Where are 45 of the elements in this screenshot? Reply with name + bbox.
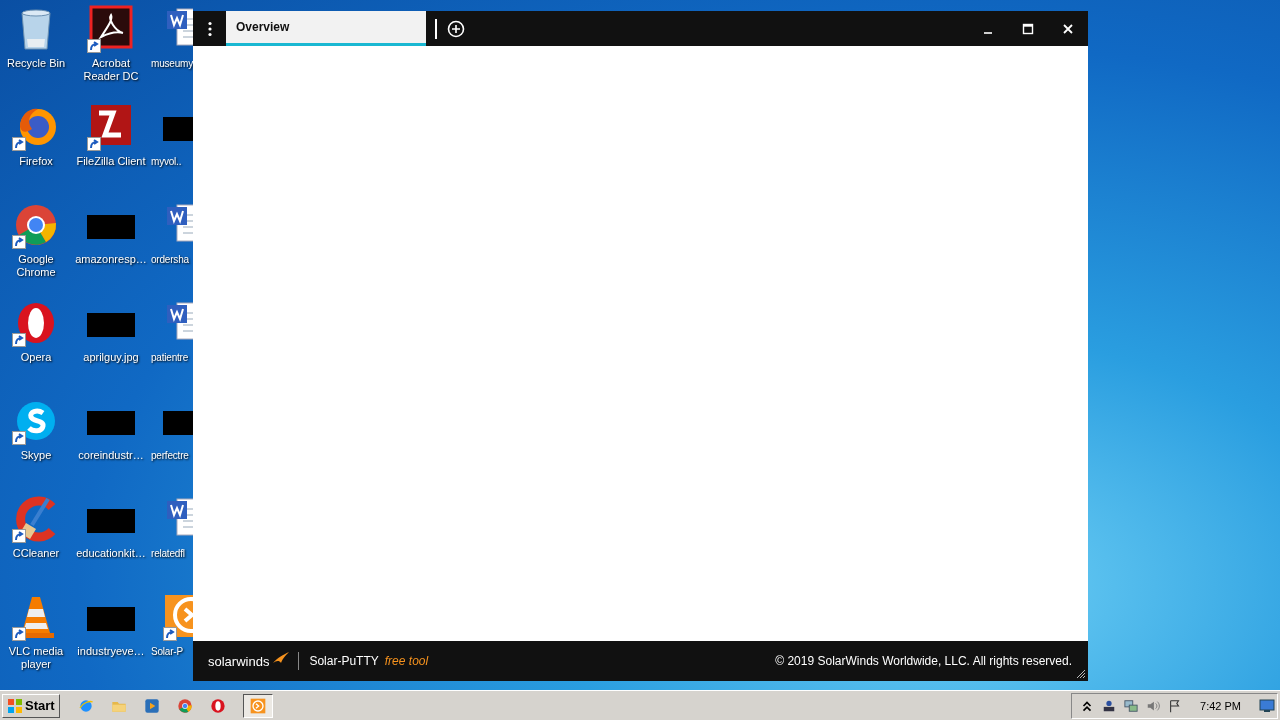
add-tab-icon[interactable] [447,19,465,38]
menu-icon[interactable] [207,20,213,37]
desktop-icon-label[interactable]: Firefox [19,155,53,168]
start-button[interactable]: Start [2,693,60,718]
show-desktop-button[interactable] [1259,698,1275,713]
copyright-text: © 2019 SolarWinds Worldwide, LLC. All rights reserved. [775,654,1072,668]
desktop-icon-label[interactable]: aprilguy.jpg [83,351,139,364]
edition-label: free tool [384,654,429,668]
desktop-icon-label[interactable]: patientre [151,351,189,364]
desktop-icon-label[interactable]: educationkit… [76,547,146,560]
ring-icon[interactable] [209,697,226,714]
desktop-icon-label[interactable]: myvol.. [151,155,182,168]
ring-circle-icon[interactable] [176,697,193,714]
desktop-icon-label[interactable]: coreindustr… [78,449,144,462]
close-icon[interactable] [1062,22,1074,35]
desktop-icon-label[interactable]: ordersha [151,253,189,266]
speaker-icon[interactable] [1146,698,1161,713]
product-name: Solar-PuTTY [309,654,379,668]
resize-grip-icon[interactable] [1076,669,1086,679]
desktop-icon-label[interactable]: Solar-P [151,645,183,658]
flame-logo-icon [272,651,291,665]
desktop-icon-label[interactable]: Recycle Bin [6,57,66,70]
desktop-icon-label[interactable]: amazonresp… [75,253,147,266]
terminal-app-icon [249,697,266,714]
four-squares-icon [7,697,23,714]
desktop-icon-label[interactable]: Opera [20,351,52,364]
brand-name: solarwinds [208,653,270,669]
desktop-icon-label[interactable]: Google Chrome [0,253,72,279]
clock[interactable]: 7:42 PM [1200,699,1241,712]
maximize-icon[interactable] [1022,22,1034,35]
desktop-icon-label[interactable]: museumy [151,57,193,70]
tab[interactable]: Overview [226,11,426,46]
play-icon[interactable] [143,697,160,714]
flag-icon[interactable] [1168,698,1183,713]
desktop-icon-label[interactable]: CCleaner [12,547,60,560]
device-icon[interactable] [1102,698,1117,713]
desktop-icon-label[interactable]: relatedfl [151,547,185,560]
taskbar-app-button[interactable] [242,693,273,718]
desktop-icon-label[interactable]: industryeve… [77,645,145,658]
desktop-icon-label[interactable]: FileZilla Client [76,155,146,168]
desktop-icon-label[interactable]: Skype [20,449,52,462]
desktop-icon-label[interactable]: VLC media player [0,645,72,671]
desktop-icon-label[interactable]: Acrobat Reader DC [73,57,149,83]
network-icon[interactable] [1124,698,1139,713]
desktop-icon-label[interactable]: perfectre [151,449,189,462]
